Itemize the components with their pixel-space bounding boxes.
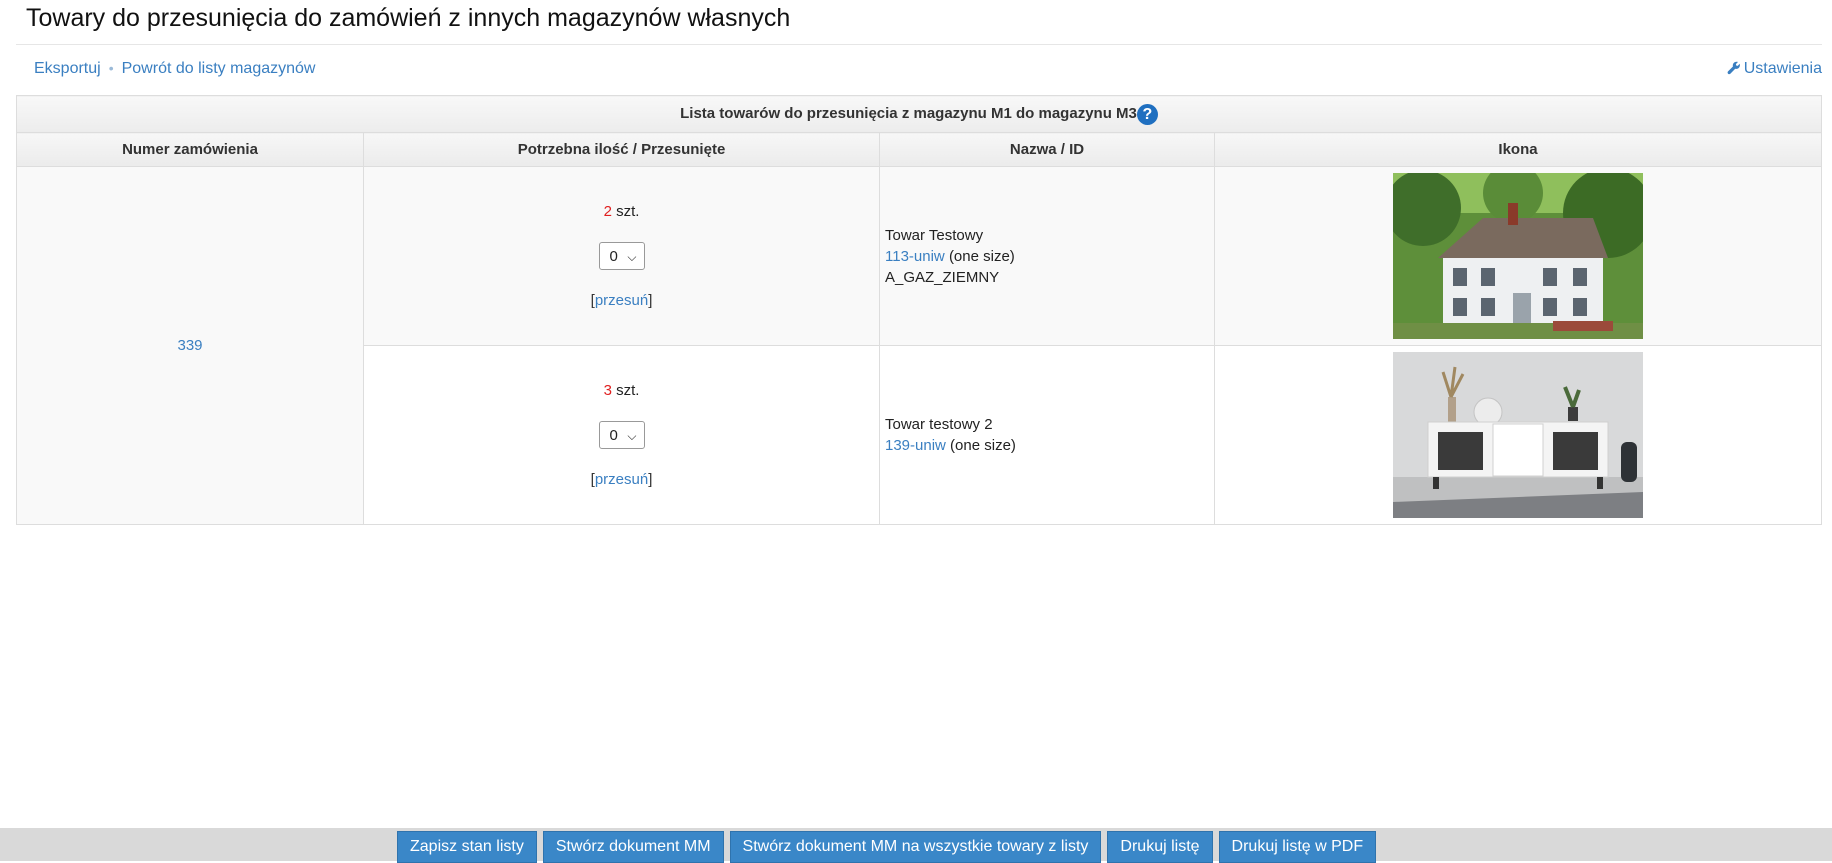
sideboard-photo bbox=[1393, 352, 1643, 518]
product-name: Towar testowy 2 bbox=[885, 416, 993, 433]
move-action: [przesuń] bbox=[590, 471, 653, 488]
move-action: [przesuń] bbox=[590, 292, 653, 309]
settings-label: Ustawienia bbox=[1743, 60, 1822, 77]
page-title: Towary do przesunięcia do zamówień z inn… bbox=[26, 4, 791, 32]
select-value: 0 bbox=[609, 427, 618, 444]
print-list-pdf-button[interactable]: Drukuj listę w PDF bbox=[1218, 831, 1377, 863]
quantity-cell: 2 szt. 0 ⌵ [przesuń] bbox=[363, 166, 880, 346]
name-id-cell: Towar Testowy 113-uniw (one size) A_GAZ_… bbox=[879, 166, 1215, 346]
name-id-cell: Towar testowy 2 139-uniw (one size) bbox=[879, 345, 1215, 525]
quantity-cell: 3 szt. 0 ⌵ [przesuń] bbox=[363, 345, 880, 525]
header-order-number: Numer zamówienia bbox=[16, 132, 364, 167]
header-name-id: Nazwa / ID bbox=[879, 132, 1215, 167]
toolbar: Eksportuj • Powrót do listy magazynów bbox=[34, 60, 315, 78]
create-mm-document-button[interactable]: Stwórz dokument MM bbox=[542, 831, 724, 863]
table-caption: Lista towarów do przesunięcia z magazynu… bbox=[16, 95, 1822, 133]
settings-link[interactable]: Ustawienia bbox=[1727, 60, 1822, 78]
header-quantity: Potrzebna ilość / Przesunięte bbox=[363, 132, 880, 167]
product-id-link[interactable]: 113-uniw bbox=[885, 248, 945, 265]
back-to-warehouses-link[interactable]: Powrót do listy magazynów bbox=[122, 60, 316, 77]
move-link[interactable]: przesuń bbox=[595, 471, 648, 488]
needed-quantity: 2 bbox=[603, 203, 612, 220]
title-divider bbox=[16, 44, 1822, 45]
create-mm-all-button[interactable]: Stwórz dokument MM na wszystkie towary z… bbox=[729, 831, 1102, 863]
wrench-icon bbox=[1727, 61, 1740, 75]
select-value: 0 bbox=[609, 248, 618, 265]
order-number-cell: 339 bbox=[16, 166, 364, 525]
house-photo bbox=[1393, 173, 1643, 339]
unit-label: szt. bbox=[616, 382, 640, 399]
product-id-link[interactable]: 139-uniw bbox=[885, 437, 946, 454]
product-size: (one size) bbox=[948, 247, 1015, 265]
header-icon: Ikona bbox=[1214, 132, 1822, 167]
product-name: Towar Testowy bbox=[885, 226, 984, 244]
unit-label: szt. bbox=[616, 203, 640, 220]
export-link[interactable]: Eksportuj bbox=[34, 60, 101, 77]
help-icon[interactable]: ? bbox=[1136, 103, 1158, 125]
chevron-down-icon: ⌵ bbox=[627, 250, 637, 264]
bottom-buttons: Zapisz stan listy Stwórz dokument MM Stw… bbox=[397, 831, 1377, 863]
product-size: (one size) bbox=[950, 437, 1016, 454]
chevron-down-icon: ⌵ bbox=[627, 429, 637, 443]
table-row: 339 2 szt. 0 ⌵ [przesuń] Towar Testowy 11… bbox=[16, 166, 1822, 525]
print-list-button[interactable]: Drukuj listę bbox=[1107, 831, 1213, 863]
save-list-state-button[interactable]: Zapisz stan listy bbox=[397, 831, 537, 863]
moved-quantity-select[interactable]: 0 ⌵ bbox=[598, 421, 645, 449]
needed-quantity: 3 bbox=[603, 382, 612, 399]
icon-cell bbox=[1214, 166, 1822, 346]
move-link[interactable]: przesuń bbox=[595, 292, 648, 309]
icon-cell bbox=[1214, 345, 1822, 525]
table-caption-text: Lista towarów do przesunięcia z magazynu… bbox=[680, 104, 1137, 122]
transfer-table: Lista towarów do przesunięcia z magazynu… bbox=[16, 95, 1822, 525]
product-extra: A_GAZ_ZIEMNY bbox=[885, 268, 1000, 286]
moved-quantity-select[interactable]: 0 ⌵ bbox=[598, 242, 645, 270]
order-number-link[interactable]: 339 bbox=[177, 337, 202, 354]
toolbar-separator: • bbox=[108, 60, 114, 76]
